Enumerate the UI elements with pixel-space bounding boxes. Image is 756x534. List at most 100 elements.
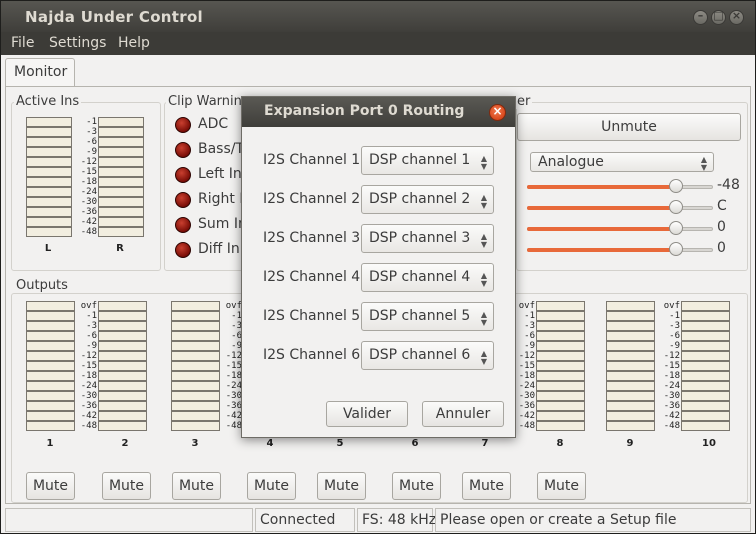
meter-segment xyxy=(26,371,75,381)
meter-segment xyxy=(26,227,72,237)
slider-knob[interactable] xyxy=(669,242,683,256)
slider-value: -48 xyxy=(717,177,740,193)
level-slider[interactable] xyxy=(527,221,713,235)
meter-segment xyxy=(536,371,585,381)
slider-value: C xyxy=(717,198,727,214)
meter-segment xyxy=(98,381,147,391)
mute-button[interactable]: Mute xyxy=(537,472,586,500)
valider-button[interactable]: Valider xyxy=(326,401,408,427)
clip-led-icon xyxy=(175,217,191,233)
scale-label: -36 xyxy=(80,401,97,411)
scale-label: -12 xyxy=(225,351,242,361)
meter-segment xyxy=(26,351,75,361)
scale-label: -3 xyxy=(86,127,97,137)
meter-segment xyxy=(26,361,75,371)
meter-segment xyxy=(26,341,75,351)
dsp-channel-select[interactable]: DSP channel 3 ▲ ▼ xyxy=(361,224,494,253)
mute-button[interactable]: Mute xyxy=(26,472,75,500)
meter-segment xyxy=(26,411,75,421)
dsp-channel-select[interactable]: DSP channel 5 ▲ ▼ xyxy=(361,302,494,331)
minimize-icon: – xyxy=(697,9,704,22)
meter-segment xyxy=(606,421,655,431)
meter-segment xyxy=(98,127,144,137)
slider-fill xyxy=(527,206,676,210)
menu-help[interactable]: Help xyxy=(118,35,150,51)
status-message: Please open or create a Setup file xyxy=(435,508,751,532)
clip-led-icon xyxy=(175,117,191,133)
mute-button[interactable]: Mute xyxy=(172,472,221,500)
maximize-button[interactable]: □ xyxy=(711,9,726,25)
scale-label: -15 xyxy=(663,361,680,371)
meter-segment xyxy=(536,331,585,341)
output-meter xyxy=(536,301,585,431)
dialog-close-button[interactable]: × xyxy=(489,104,506,121)
dsp-channel-select[interactable]: DSP channel 4 ▲ ▼ xyxy=(361,263,494,292)
meter-segment xyxy=(606,331,655,341)
meter-segment xyxy=(26,197,72,207)
meter-segment xyxy=(98,401,147,411)
meter-segment xyxy=(98,421,147,431)
dsp-channel-select[interactable]: DSP channel 6 ▲ ▼ xyxy=(361,341,494,370)
close-icon: × xyxy=(492,104,503,118)
dsp-channel-select[interactable]: DSP channel 1 ▲ ▼ xyxy=(361,146,494,175)
dsp-channel-select[interactable]: DSP channel 2 ▲ ▼ xyxy=(361,185,494,214)
scale-label: -42 xyxy=(518,411,535,421)
scale-label: -36 xyxy=(518,401,535,411)
meter-segment xyxy=(606,301,655,311)
scale-labels: ovf-1-3-6-9-12-15-18-24-30-36-42-48 xyxy=(218,301,242,431)
scale-label: -30 xyxy=(225,391,242,401)
meter-segment xyxy=(26,117,72,127)
meter-segment xyxy=(26,207,72,217)
unmute-button[interactable]: Unmute xyxy=(517,113,741,141)
meter-segment xyxy=(606,411,655,421)
dsp-channel-value: DSP channel 3 xyxy=(369,230,471,246)
level-slider[interactable] xyxy=(527,179,713,193)
annuler-button[interactable]: Annuler xyxy=(422,401,504,427)
i2s-channel-label: I2S Channel 1 xyxy=(263,152,361,168)
slider-knob[interactable] xyxy=(669,221,683,235)
tab-monitor[interactable]: Monitor xyxy=(5,58,75,87)
mute-button[interactable]: Mute xyxy=(247,472,296,500)
dialog-title: Expansion Port 0 Routing xyxy=(264,103,465,119)
scale-label: -6 xyxy=(86,331,97,341)
meter-segment xyxy=(171,341,220,351)
chevron-updown-icon: ▲ ▼ xyxy=(480,310,488,327)
mute-button[interactable]: Mute xyxy=(462,472,511,500)
slider-knob[interactable] xyxy=(669,200,683,214)
i2s-channel-label: I2S Channel 6 xyxy=(263,347,361,363)
menu-settings[interactable]: Settings xyxy=(49,35,106,51)
mute-button[interactable]: Mute xyxy=(102,472,151,500)
scale-label: -1 xyxy=(86,117,97,127)
scale-label: -15 xyxy=(80,167,97,177)
slider-knob[interactable] xyxy=(669,179,683,193)
mute-button[interactable]: Mute xyxy=(317,472,366,500)
meter-segment xyxy=(26,177,72,187)
scale-label: -6 xyxy=(669,331,680,341)
minimize-button[interactable]: – xyxy=(693,9,708,25)
menu-file[interactable]: File xyxy=(11,35,34,51)
meter-segment xyxy=(681,331,730,341)
close-button[interactable]: × xyxy=(729,9,744,25)
chevron-updown-icon: ▲ ▼ xyxy=(480,271,488,288)
meter-segment xyxy=(681,391,730,401)
scale-label: -15 xyxy=(80,361,97,371)
meter-segment xyxy=(171,421,220,431)
meter-segment xyxy=(681,321,730,331)
meter-segment xyxy=(98,351,147,361)
dialog-title-bar: Expansion Port 0 Routing × xyxy=(242,97,515,127)
mute-button[interactable]: Mute xyxy=(392,472,441,500)
scale-label: -3 xyxy=(669,321,680,331)
meter-segment xyxy=(606,341,655,351)
meter-segment xyxy=(98,147,144,157)
meter-segment xyxy=(98,137,144,147)
meter-segment xyxy=(681,421,730,431)
scale-label: -12 xyxy=(80,157,97,167)
level-slider[interactable] xyxy=(527,200,713,214)
meter-segment xyxy=(98,341,147,351)
scale-label: -6 xyxy=(86,137,97,147)
meter-segment xyxy=(171,311,220,321)
scale-label: -48 xyxy=(80,421,97,431)
level-slider[interactable] xyxy=(527,242,713,256)
source-combo[interactable]: Analogue ▲ ▼ xyxy=(530,152,714,172)
meter-segment xyxy=(26,127,72,137)
